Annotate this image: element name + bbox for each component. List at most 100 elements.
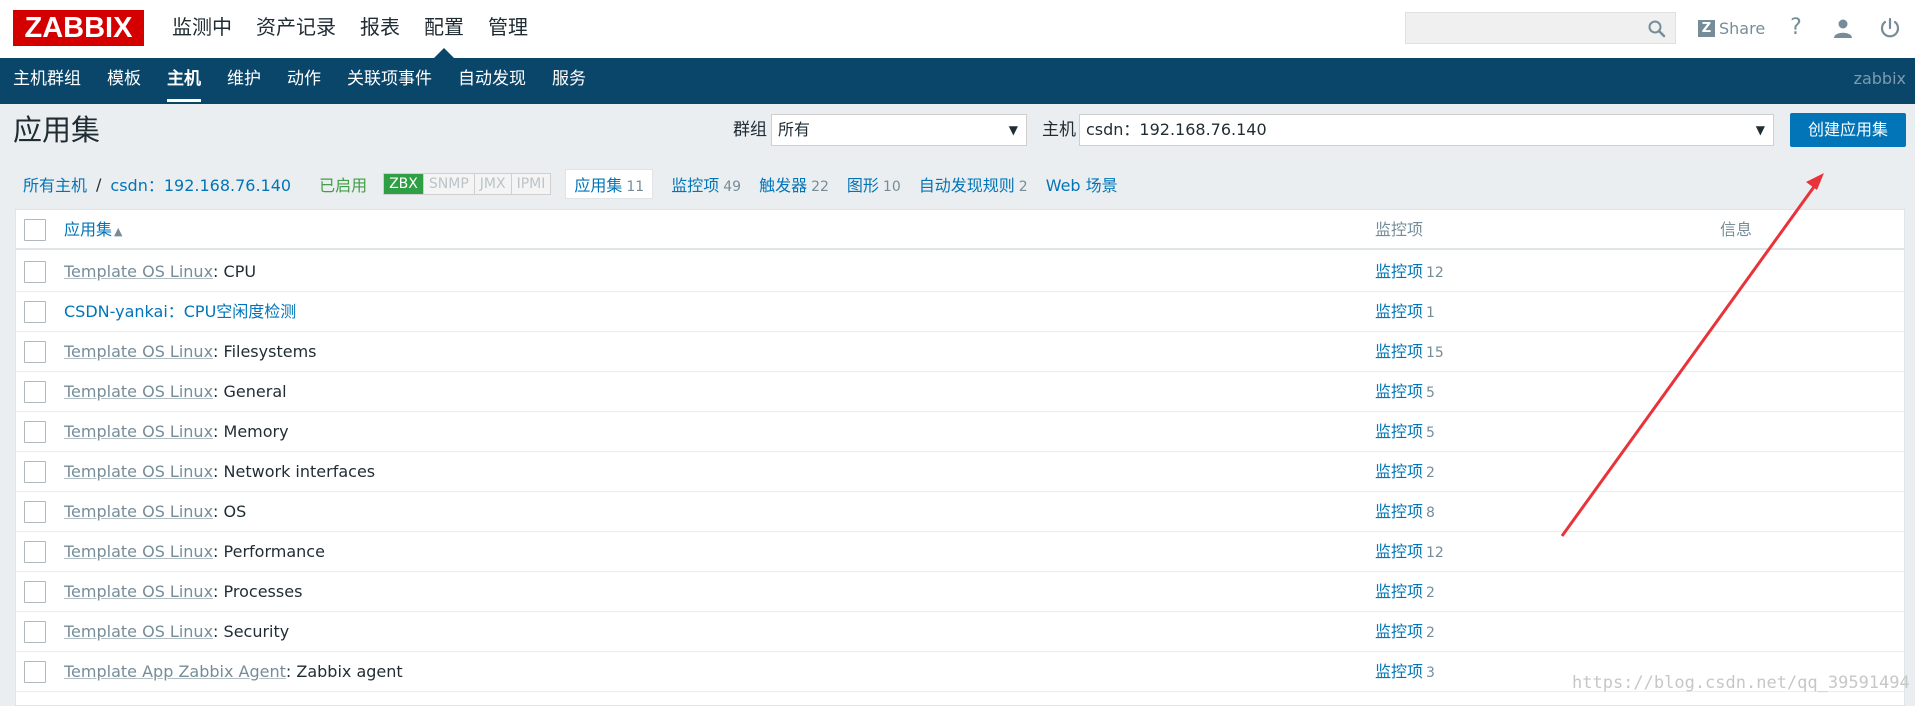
zabbix-logo[interactable]: ZABBIX <box>13 10 144 46</box>
host-tab-label: 图形 <box>846 176 879 195</box>
items-link[interactable]: 监控项 <box>1375 342 1423 361</box>
template-link[interactable]: Template OS Linux <box>64 422 213 441</box>
table-row: Template OS Linux: Memory 监控项 5 <box>16 412 1904 452</box>
application-name: Performance <box>223 542 325 561</box>
host-tab-label: 应用集 <box>574 176 623 195</box>
sub-menu-item[interactable]: 自动发现 <box>445 58 539 104</box>
user-profile-icon[interactable] <box>1830 15 1856 41</box>
table-row: Template OS Linux: OS 监控项 8 <box>16 492 1904 532</box>
items-link[interactable]: 监控项 <box>1375 462 1423 481</box>
items-link[interactable]: 监控项 <box>1375 662 1423 681</box>
application-name[interactable]: CSDN-yankai：CPU空闲度检测 <box>64 302 296 321</box>
template-separator: : <box>213 422 224 441</box>
main-menu-item[interactable]: 报表 <box>348 0 412 58</box>
breadcrumb-host[interactable]: csdn：192.168.76.140 <box>110 172 291 196</box>
items-link[interactable]: 监控项 <box>1375 262 1423 281</box>
row-checkbox[interactable] <box>24 581 46 603</box>
top-header: ZABBIX 监测中 资产记录 报表 配置 管理 Z Share ? <box>0 0 1915 58</box>
row-checkbox[interactable] <box>24 501 46 523</box>
items-link[interactable]: 监控项 <box>1375 502 1423 521</box>
host-select[interactable]: csdn：192.168.76.140 ▼ <box>1079 114 1774 146</box>
sub-menu-item[interactable]: 动作 <box>274 58 334 104</box>
host-navigation: 所有主机 / csdn：192.168.76.140 已启用 ZBX SNMP JM… <box>23 169 1118 199</box>
breadcrumb-separator: / <box>96 174 102 194</box>
host-tab-label: 监控项 <box>671 176 720 195</box>
row-checkbox[interactable] <box>24 261 46 283</box>
main-menu-item[interactable]: 监测中 <box>160 0 244 58</box>
template-link[interactable]: Template OS Linux <box>64 462 213 481</box>
sub-menu-item[interactable]: 主机群组 <box>0 58 94 104</box>
application-cell: Template OS Linux: OS <box>64 492 246 532</box>
application-name: Memory <box>223 422 289 441</box>
row-checkbox[interactable] <box>24 661 46 683</box>
table-row: Template OS Linux: General 监控项 5 <box>16 372 1904 412</box>
help-icon[interactable]: ? <box>1783 15 1809 41</box>
breadcrumb-all-hosts[interactable]: 所有主机 <box>23 172 87 196</box>
select-all-checkbox[interactable] <box>24 219 46 241</box>
template-link[interactable]: Template OS Linux <box>64 262 213 281</box>
template-link[interactable]: Template App Zabbix Agent <box>64 662 286 681</box>
table-row: Template OS Linux: Filesystems 监控项 15 <box>16 332 1904 372</box>
host-tab[interactable]: 触发器 22 <box>759 172 829 196</box>
template-link[interactable]: Template OS Linux <box>64 542 213 561</box>
items-link[interactable]: 监控项 <box>1375 382 1423 401</box>
row-checkbox[interactable] <box>24 421 46 443</box>
items-cell: 监控项 8 <box>1375 492 1435 533</box>
row-checkbox[interactable] <box>24 621 46 643</box>
host-tab-count: 2 <box>1018 179 1028 195</box>
template-link[interactable]: Template OS Linux <box>64 582 213 601</box>
items-cell: 监控项 15 <box>1375 332 1444 373</box>
table-row: Template OS Linux: Processes 监控项 2 <box>16 572 1904 612</box>
column-header-application[interactable]: 应用集 ▲ <box>64 210 122 252</box>
group-select-value: 所有 <box>778 120 811 139</box>
host-status-enabled[interactable]: 已启用 <box>319 172 367 196</box>
items-link[interactable]: 监控项 <box>1375 302 1423 321</box>
sign-out-icon[interactable] <box>1877 15 1903 41</box>
template-link[interactable]: Template OS Linux <box>64 342 213 361</box>
template-link[interactable]: Template OS Linux <box>64 502 213 521</box>
template-separator: : <box>213 542 224 561</box>
items-link[interactable]: 监控项 <box>1375 622 1423 641</box>
row-checkbox[interactable] <box>24 381 46 403</box>
availability-badge: ZBX <box>384 174 423 194</box>
application-cell: Template OS Linux: Processes <box>64 572 302 612</box>
sub-menu-item[interactable]: 服务 <box>539 58 599 104</box>
share-button[interactable]: Z Share <box>1698 16 1765 40</box>
group-select[interactable]: 所有 ▼ <box>771 114 1027 146</box>
application-name: OS <box>223 502 247 521</box>
host-tab[interactable]: 监控项 49 <box>671 172 741 196</box>
items-link[interactable]: 监控项 <box>1375 542 1423 561</box>
create-application-button[interactable]: 创建应用集 <box>1790 113 1906 147</box>
template-link[interactable]: Template OS Linux <box>64 382 213 401</box>
row-checkbox[interactable] <box>24 341 46 363</box>
application-cell: Template App Zabbix Agent: Zabbix agent <box>64 652 403 692</box>
main-menu-item[interactable]: 管理 <box>476 0 540 58</box>
table-row: Template OS Linux: Network interfaces 监控项… <box>16 452 1904 492</box>
template-link[interactable]: Template OS Linux <box>64 622 213 641</box>
host-tab[interactable]: 自动发现规则 2 <box>919 172 1028 196</box>
host-tab[interactable]: Web 场景 <box>1046 172 1118 196</box>
host-tab[interactable]: 应用集 11 <box>565 169 654 199</box>
main-menu-item[interactable]: 配置 <box>412 0 476 58</box>
row-checkbox[interactable] <box>24 541 46 563</box>
sub-menu-item[interactable]: 主机 <box>154 58 214 104</box>
sub-menu-item[interactable]: 模板 <box>94 58 154 104</box>
template-separator: : <box>213 502 224 521</box>
row-checkbox[interactable] <box>24 461 46 483</box>
sub-menu-item[interactable]: 关联项事件 <box>334 58 445 104</box>
availability-badge: JMX <box>473 174 511 194</box>
host-tab[interactable]: 图形 10 <box>847 172 901 196</box>
search-icon[interactable] <box>1647 19 1667 39</box>
table-header: 应用集 ▲ 监控项 信息 <box>16 210 1904 250</box>
application-name: Network interfaces <box>223 462 376 481</box>
items-link[interactable]: 监控项 <box>1375 422 1423 441</box>
availability-badge: IPMI <box>510 174 551 194</box>
main-menu-item[interactable]: 资产记录 <box>244 0 348 58</box>
application-cell: Template OS Linux: Memory <box>64 412 289 452</box>
search-input[interactable] <box>1405 12 1676 44</box>
table-row: Template OS Linux: CPU 监控项 12 <box>16 252 1904 292</box>
sub-menu-item[interactable]: 维护 <box>214 58 274 104</box>
items-link[interactable]: 监控项 <box>1375 582 1423 601</box>
table-row: Template OS Linux: Security 监控项 2 <box>16 612 1904 652</box>
row-checkbox[interactable] <box>24 301 46 323</box>
